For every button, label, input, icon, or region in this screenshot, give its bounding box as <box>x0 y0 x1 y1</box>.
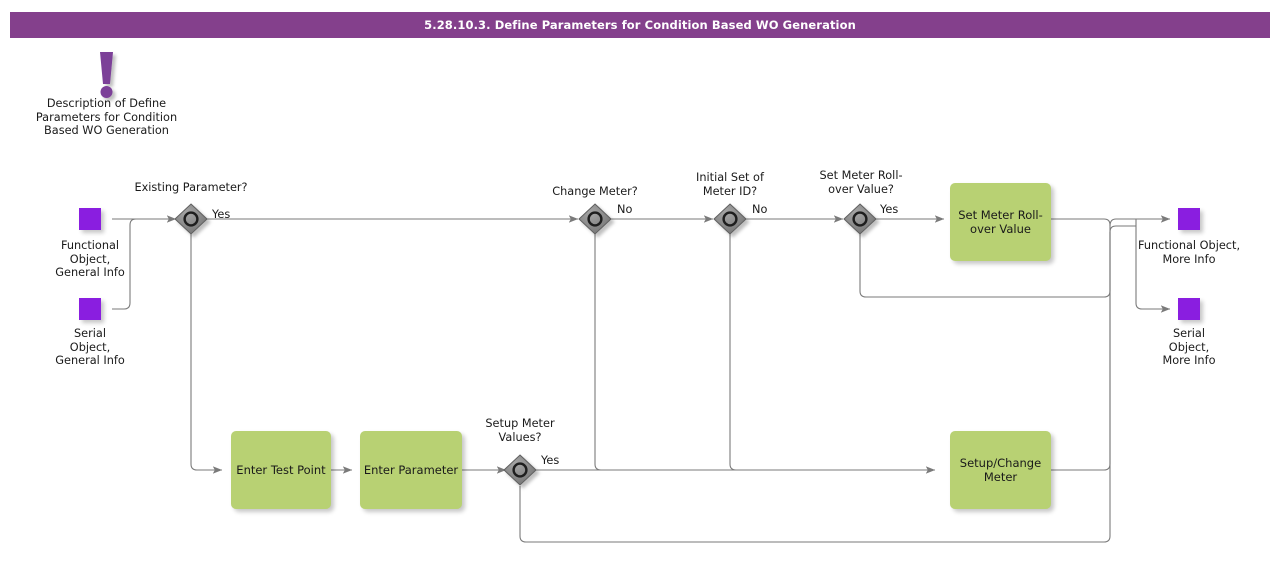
task-setup-change-meter-label: Setup/Change Meter <box>959 456 1042 484</box>
end-node-serial-object-more-info-label: Serial Object, More Info <box>1162 327 1216 367</box>
edge-merge-to-functional-object-more-info <box>1109 215 1171 227</box>
edge-setup-change-meter-to-merge <box>1051 232 1111 471</box>
gateway-initial-set-of-meter-id-label: Initial Set of Meter ID? <box>696 171 764 198</box>
end-node-functional-object-more-info-label: Functional Object, More Info <box>1137 239 1241 266</box>
edge-label-change-meter-no: No <box>617 203 633 216</box>
exclamation-mark-icon <box>100 52 113 98</box>
gateway-existing-parameter-label: Existing Parameter? <box>134 181 248 194</box>
end-node-serial-object-more-info[interactable] <box>1178 298 1200 320</box>
edge-change-meter-yes-down <box>594 234 935 471</box>
start-node-serial-object-general-info-label: Serial Object, General Info <box>55 327 125 367</box>
gateway-initial-set-of-meter-id[interactable] <box>713 203 747 235</box>
edge-label-initial-set-no: No <box>752 203 768 216</box>
gateway-existing-parameter[interactable] <box>174 203 208 235</box>
gateway-change-meter[interactable] <box>578 203 612 235</box>
start-node-functional-object-general-info[interactable] <box>79 208 101 230</box>
flowchart-canvas <box>100 52 1171 543</box>
page-title-bar: 5.28.10.3. Define Parameters for Conditi… <box>10 12 1270 38</box>
edge-label-setup-meter-values-yes: Yes <box>541 454 560 467</box>
gateway-setup-meter-values-label: Setup Meter Values? <box>485 417 555 444</box>
annotation-text: Description of Define Parameters for Con… <box>35 97 178 137</box>
edge-existing-parameter-no-to-enter-test-point <box>190 234 223 474</box>
task-enter-test-point-label: Enter Test Point <box>236 463 326 477</box>
end-node-functional-object-more-info[interactable] <box>1178 208 1200 230</box>
edge-initial-set-yes-down <box>729 234 935 471</box>
gateway-set-meter-rollover-value-label: Set Meter Roll- over Value? <box>819 169 903 196</box>
task-set-meter-rollover-value[interactable]: Set Meter Roll- over Value <box>950 183 1051 261</box>
task-set-meter-rollover-value-label: Set Meter Roll- over Value <box>958 208 1043 236</box>
task-enter-test-point[interactable]: Enter Test Point <box>231 431 331 509</box>
edge-label-existing-parameter-yes: Yes <box>212 208 231 221</box>
task-enter-parameter-label: Enter Parameter <box>363 463 459 477</box>
gateway-setup-meter-values[interactable] <box>503 454 537 486</box>
task-setup-change-meter[interactable]: Setup/Change Meter <box>950 431 1051 509</box>
start-node-functional-object-general-info-label: Functional Object, General Info <box>55 239 125 279</box>
gateway-change-meter-label: Change Meter? <box>552 185 638 198</box>
edge-set-meter-rollover-task-to-merge <box>1051 218 1111 232</box>
edge-label-set-meter-rollover-yes: Yes <box>880 203 899 216</box>
page-title: 5.28.10.3. Define Parameters for Conditi… <box>424 18 856 32</box>
task-enter-parameter[interactable]: Enter Parameter <box>360 431 462 509</box>
start-node-serial-object-general-info[interactable] <box>79 298 101 320</box>
gateway-set-meter-rollover-value[interactable] <box>843 203 877 235</box>
